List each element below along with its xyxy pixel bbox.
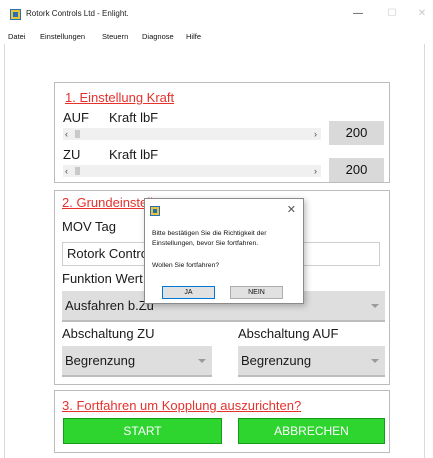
auf-force-slider[interactable]: ‹ › [63, 128, 321, 140]
scroll-right-arrow-icon[interactable]: › [314, 128, 317, 140]
abschaltung-auf-value: Begrenzung [241, 353, 312, 368]
chevron-down-icon [371, 359, 379, 363]
confirm-dialog: ✕ Bitte bestätigen Sie die Richtigkeit d… [144, 198, 304, 304]
section1-title: 1. Einstellung Kraft [65, 90, 175, 105]
chevron-down-icon [371, 304, 379, 308]
dialog-close-icon[interactable]: ✕ [287, 203, 296, 216]
zu-force-slider[interactable]: ‹ › [63, 165, 321, 177]
app-icon [10, 9, 21, 20]
menu-steuern[interactable]: Steuern [102, 32, 128, 41]
slider-thumb[interactable] [75, 130, 80, 138]
minimize-button[interactable]: — [349, 6, 367, 22]
abschaltung-zu-value: Begrenzung [65, 353, 136, 368]
funktion-select-value: Ausfahren b.Zu [65, 298, 154, 313]
abschaltung-auf-label: Abschaltung AUF [238, 326, 339, 341]
chevron-down-icon [198, 359, 206, 363]
zu-force-label: Kraft lbF [109, 147, 159, 162]
auf-force-value: 200 [329, 121, 384, 145]
dialog-question: Wollen Sie fortfahren? [152, 262, 220, 269]
dialog-no-button[interactable]: NEIN [230, 286, 283, 299]
menu-hilfe[interactable]: Hilfe [186, 32, 201, 41]
slider-thumb[interactable] [75, 167, 80, 175]
section3-title: 3. Fortfahren um Kopplung auszurichten? [62, 398, 302, 413]
start-button[interactable]: START [63, 418, 222, 444]
menu-datei[interactable]: Datei [8, 32, 26, 41]
auf-direction-label: AUF [63, 110, 89, 125]
abschaltung-zu-select[interactable]: Begrenzung [62, 346, 212, 377]
app-icon [150, 206, 160, 216]
title-bar: Rotork Controls Ltd - Enlight. — ☐ ✕ [0, 0, 433, 30]
auf-force-label: Kraft lbF [109, 110, 159, 125]
menu-bar: Datei Einstellungen Steuern Diagnose Hil… [0, 30, 433, 44]
abschaltung-zu-label: Abschaltung ZU [62, 326, 155, 341]
section-force-settings: 1. Einstellung Kraft AUF Kraft lbF ‹ › 2… [54, 82, 390, 183]
dialog-message-line1: Bitte bestätigen Sie die Richtigkeit der [152, 230, 267, 237]
zu-force-value: 200 [329, 158, 384, 182]
funktion-label: Funktion Wert [62, 271, 143, 286]
menu-einstellungen[interactable]: Einstellungen [40, 32, 85, 41]
dialog-yes-button[interactable]: JA [162, 286, 215, 299]
dialog-message-line2: Einstellungen, bevor Sie fortfahren. [152, 240, 259, 247]
window-title: Rotork Controls Ltd - Enlight. [26, 9, 129, 18]
abschaltung-auf-select[interactable]: Begrenzung [238, 346, 385, 377]
scroll-left-arrow-icon[interactable]: ‹ [65, 128, 68, 140]
menu-diagnose[interactable]: Diagnose [142, 32, 174, 41]
close-button[interactable]: ✕ [413, 6, 431, 22]
scroll-left-arrow-icon[interactable]: ‹ [65, 165, 68, 177]
maximize-button[interactable]: ☐ [383, 6, 401, 22]
zu-direction-label: ZU [63, 147, 81, 162]
scroll-right-arrow-icon[interactable]: › [314, 165, 317, 177]
section-continue: 3. Fortfahren um Kopplung auszurichten? … [54, 390, 390, 453]
abbrechen-button[interactable]: ABBRECHEN [238, 418, 385, 444]
mov-tag-label: MOV Tag [62, 219, 116, 234]
